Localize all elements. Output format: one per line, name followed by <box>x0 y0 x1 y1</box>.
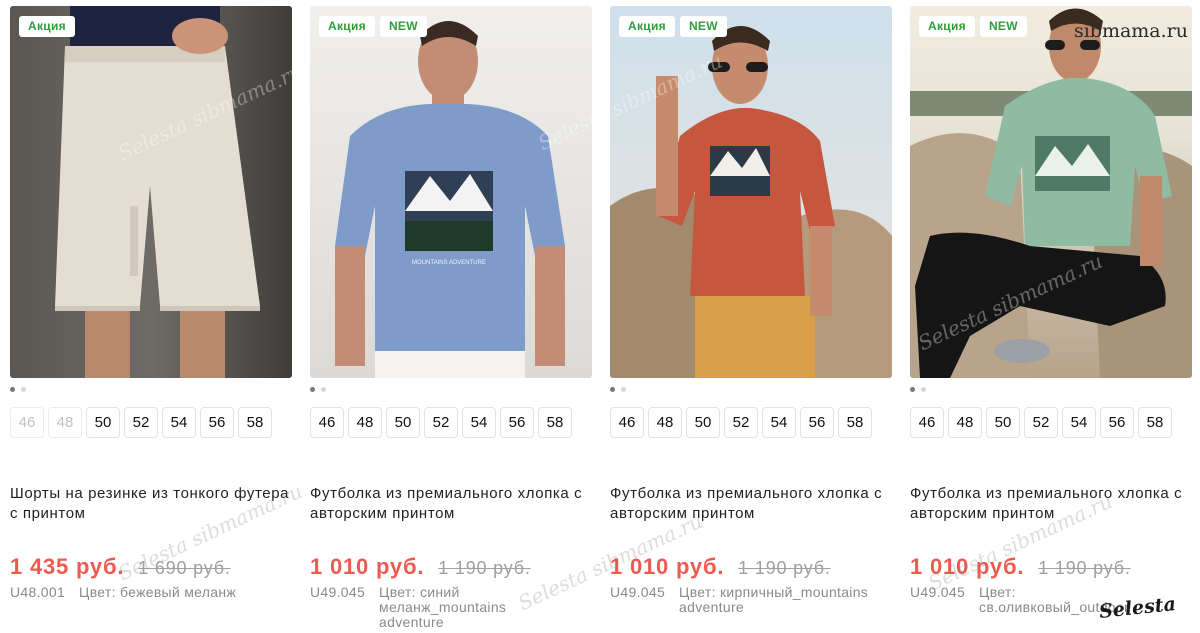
badge-group: Акция <box>19 16 75 37</box>
size-option[interactable]: 58 <box>538 407 572 438</box>
size-option[interactable]: 56 <box>200 407 234 438</box>
size-selector: 46 48 50 52 54 56 58 <box>910 407 1172 438</box>
size-option[interactable]: 48 <box>948 407 982 438</box>
product-sku: U48.001 <box>10 584 66 600</box>
carousel-dots[interactable] <box>910 387 926 392</box>
size-option[interactable]: 52 <box>124 407 158 438</box>
product-sku: U49.045 <box>310 584 366 600</box>
size-option[interactable]: 54 <box>162 407 196 438</box>
product-card[interactable]: MOUNTAINS ADVENTURE Акция NEW 46 48 50 5… <box>310 6 594 633</box>
size-option[interactable]: 50 <box>986 407 1020 438</box>
product-photo-art <box>610 6 892 378</box>
new-badge: NEW <box>679 16 727 37</box>
size-option[interactable]: 56 <box>500 407 534 438</box>
sale-badge: Акция <box>919 16 975 37</box>
size-option[interactable]: 54 <box>462 407 496 438</box>
product-photo[interactable] <box>10 6 292 378</box>
badge-group: Акция NEW <box>919 16 1027 37</box>
product-color: Цвет: синий меланж_mountains adventure <box>379 584 507 630</box>
sale-badge: Акция <box>319 16 375 37</box>
badge-group: Акция NEW <box>619 16 727 37</box>
site-watermark: sibmama.ru <box>1073 20 1188 42</box>
price-block: 1 010 руб. 1 190 руб. <box>610 554 831 580</box>
product-sku: U49.045 <box>610 584 666 600</box>
size-selector: 46 48 50 52 54 56 58 <box>310 407 572 438</box>
carousel-dot[interactable] <box>610 387 615 392</box>
size-option[interactable]: 48 <box>348 407 382 438</box>
product-photo[interactable] <box>910 6 1192 378</box>
current-price: 1 435 руб. <box>10 554 125 579</box>
size-selector: 46 48 50 52 54 56 58 <box>610 407 872 438</box>
price-block: 1 010 руб. 1 190 руб. <box>910 554 1131 580</box>
size-option[interactable]: 50 <box>386 407 420 438</box>
size-option[interactable]: 50 <box>86 407 120 438</box>
carousel-dot[interactable] <box>321 387 326 392</box>
size-option[interactable]: 52 <box>424 407 458 438</box>
product-sku: U49.045 <box>910 584 966 600</box>
size-selector: 46 48 50 52 54 56 58 <box>10 407 272 438</box>
size-option[interactable]: 52 <box>1024 407 1058 438</box>
product-meta: U49.045 Цвет: кирпичный_mountains advent… <box>610 585 869 615</box>
size-option[interactable]: 46 <box>610 407 644 438</box>
size-option[interactable]: 56 <box>1100 407 1134 438</box>
carousel-dot[interactable] <box>310 387 315 392</box>
product-title[interactable]: Футболка из премиального хлопка с авторс… <box>610 484 894 524</box>
product-title[interactable]: Футболка из премиального хлопка с авторс… <box>910 484 1194 524</box>
size-option: 46 <box>10 407 44 438</box>
carousel-dot[interactable] <box>910 387 915 392</box>
carousel-dots[interactable] <box>10 387 26 392</box>
product-title[interactable]: Футболка из премиального хлопка с авторс… <box>310 484 594 524</box>
new-badge: NEW <box>979 16 1027 37</box>
product-grid: Акция 46 48 50 52 54 56 58 Шорты на рези… <box>0 0 1200 633</box>
old-price: 1 690 руб. <box>138 558 231 578</box>
size-option[interactable]: 46 <box>910 407 944 438</box>
product-photo-art <box>910 6 1192 378</box>
carousel-dots[interactable] <box>310 387 326 392</box>
product-card[interactable]: Акция NEW 46 48 50 52 54 56 58 Футболка … <box>610 6 894 633</box>
size-option[interactable]: 58 <box>238 407 272 438</box>
sale-badge: Акция <box>19 16 75 37</box>
product-color: Цвет: бежевый меланж <box>79 584 237 600</box>
product-meta: U48.001 Цвет: бежевый меланж <box>10 585 269 600</box>
price-block: 1 010 руб. 1 190 руб. <box>310 554 531 580</box>
product-title[interactable]: Шорты на резинке из тонкого футера с при… <box>10 484 294 524</box>
product-photo[interactable]: MOUNTAINS ADVENTURE <box>310 6 592 378</box>
current-price: 1 010 руб. <box>610 554 725 579</box>
new-badge: NEW <box>379 16 427 37</box>
size-option[interactable]: 52 <box>724 407 758 438</box>
size-option[interactable]: 58 <box>838 407 872 438</box>
price-block: 1 435 руб. 1 690 руб. <box>10 554 231 580</box>
product-meta: U49.045 Цвет: синий меланж_mountains adv… <box>310 585 569 630</box>
size-option[interactable]: 54 <box>1062 407 1096 438</box>
product-color: Цвет: кирпичный_mountains adventure <box>679 584 869 615</box>
carousel-dot[interactable] <box>21 387 26 392</box>
old-price: 1 190 руб. <box>1038 558 1131 578</box>
product-photo-art: MOUNTAINS ADVENTURE <box>310 6 592 378</box>
product-photo[interactable] <box>610 6 892 378</box>
carousel-dot[interactable] <box>621 387 626 392</box>
size-option[interactable]: 58 <box>1138 407 1172 438</box>
current-price: 1 010 руб. <box>310 554 425 579</box>
carousel-dots[interactable] <box>610 387 626 392</box>
size-option[interactable]: 50 <box>686 407 720 438</box>
size-option[interactable]: 54 <box>762 407 796 438</box>
size-option: 48 <box>48 407 82 438</box>
old-price: 1 190 руб. <box>738 558 831 578</box>
product-photo-art <box>10 6 292 378</box>
sale-badge: Акция <box>619 16 675 37</box>
product-card[interactable]: Акция 46 48 50 52 54 56 58 Шорты на рези… <box>10 6 294 633</box>
badge-group: Акция NEW <box>319 16 427 37</box>
carousel-dot[interactable] <box>921 387 926 392</box>
size-option[interactable]: 46 <box>310 407 344 438</box>
current-price: 1 010 руб. <box>910 554 1025 579</box>
carousel-dot[interactable] <box>10 387 15 392</box>
old-price: 1 190 руб. <box>438 558 531 578</box>
size-option[interactable]: 48 <box>648 407 682 438</box>
print-text: MOUNTAINS ADVENTURE <box>412 260 486 266</box>
size-option[interactable]: 56 <box>800 407 834 438</box>
product-card[interactable]: Акция NEW sibmama.ru 46 48 50 52 54 56 5… <box>910 6 1194 633</box>
